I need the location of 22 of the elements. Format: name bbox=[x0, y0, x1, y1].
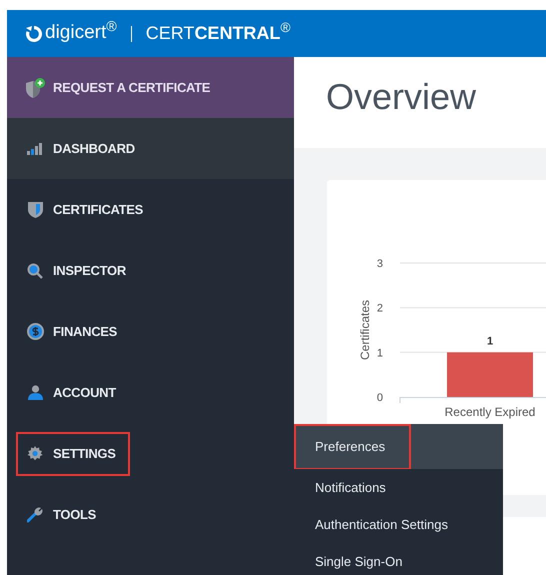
brand-name: digicert$^{®}$ bbox=[45, 19, 117, 46]
shield-plus-icon bbox=[24, 76, 46, 98]
search-icon bbox=[27, 262, 43, 278]
data-label: 1 bbox=[486, 335, 494, 348]
menu-item[interactable]: Preferences bbox=[294, 424, 503, 469]
logo-icon bbox=[24, 24, 44, 44]
shield-icon bbox=[28, 201, 42, 218]
x-tick-label: Recently Expired bbox=[444, 405, 536, 419]
wrench-icon bbox=[26, 506, 44, 523]
y-tick-label: 3 bbox=[376, 258, 383, 270]
gear-icon bbox=[27, 446, 43, 462]
page-title: Overview bbox=[325, 75, 478, 119]
sidebar-item[interactable]: DASHBOARD bbox=[7, 118, 294, 179]
product-name: CERTCENTRAL$^{®}$ bbox=[146, 20, 290, 45]
request-button[interactable]: REQUEST A CERTIFICATE bbox=[7, 57, 294, 118]
y-tick-label: 1 bbox=[376, 347, 383, 360]
y-tick-label: 0 bbox=[376, 392, 383, 404]
y-axis-label: Certificates bbox=[358, 300, 372, 360]
dollar-icon bbox=[26, 323, 44, 340]
bar-chart-icon bbox=[27, 142, 43, 154]
person-icon bbox=[28, 385, 42, 400]
y-tick-label: 2 bbox=[376, 302, 383, 315]
